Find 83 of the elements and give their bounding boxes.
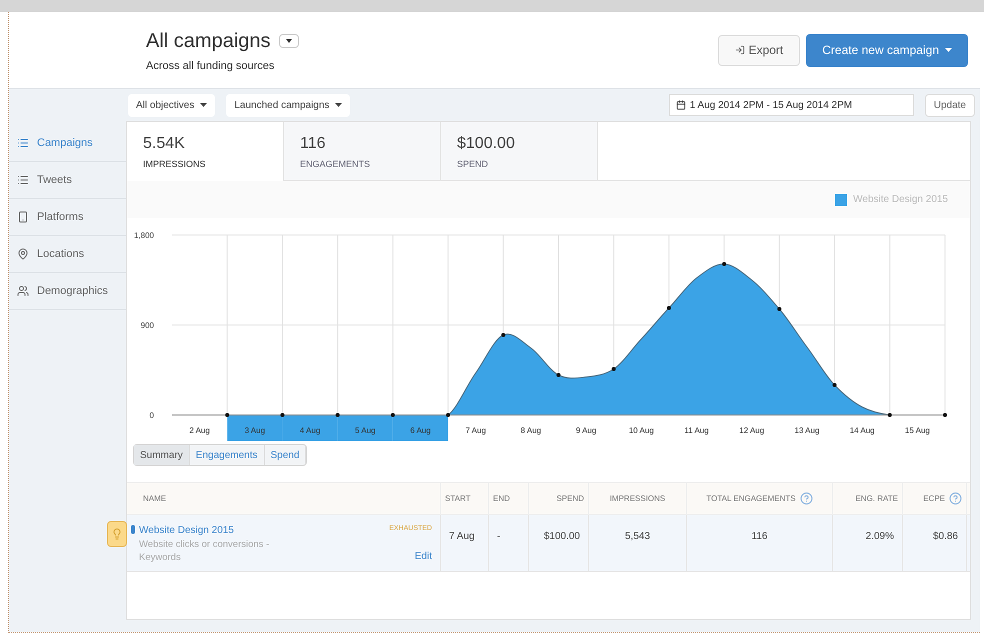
x-tick-label: 12 Aug <box>739 426 764 435</box>
x-tick-label: 3 Aug <box>244 426 266 435</box>
date-range-field[interactable]: 1 Aug 2014 2PM - 15 Aug 2014 2PM <box>668 94 914 116</box>
table-cell: $0.86 <box>932 531 958 542</box>
date-slot[interactable] <box>392 415 448 441</box>
x-tick-label: 7 Aug <box>465 426 486 435</box>
y-tick-label: 0 <box>150 411 154 420</box>
data-point <box>501 333 506 337</box>
x-tick-label: 9 Aug <box>576 426 596 435</box>
date-slot[interactable] <box>338 415 393 441</box>
x-tick-label: 13 Aug <box>794 426 820 435</box>
y-tick-label: 1,800 <box>134 231 154 240</box>
column-header: SPEND <box>529 483 589 514</box>
table-cell: 2.09% <box>866 531 894 542</box>
campaign-objective: Website clicks or conversions - Keywords <box>139 538 270 564</box>
caret-icon <box>335 103 342 107</box>
page-title: All campaigns <box>146 28 271 54</box>
objective-dropdown[interactable]: All objectives <box>128 94 216 116</box>
x-tick-label: 15 Aug <box>904 426 930 435</box>
x-tick-label: 14 Aug <box>850 426 875 435</box>
x-tick-label: 2 Aug <box>189 426 210 435</box>
tip-badge[interactable] <box>107 521 127 547</box>
table-cell: 116 <box>752 531 768 542</box>
column-header: START <box>441 483 489 514</box>
x-tick-label: 6 Aug <box>410 426 431 435</box>
title-dropdown[interactable] <box>278 34 299 48</box>
phone-icon <box>17 211 29 223</box>
data-point <box>225 413 230 417</box>
column-header: ECPE <box>903 483 967 514</box>
data-point <box>888 413 892 417</box>
x-tick-label: 5 Aug <box>355 426 376 435</box>
data-point <box>336 413 340 417</box>
legend-label: Website Design 2015 <box>853 193 948 207</box>
x-tick-label: 4 Aug <box>300 426 320 435</box>
metric-tab[interactable]: 116 ENGAGEMENTS <box>284 122 441 181</box>
export-button[interactable]: Export <box>718 34 800 66</box>
lightbulb-icon <box>111 528 123 540</box>
table-cell: 7 Aug <box>449 531 475 542</box>
caret-icon <box>286 38 292 43</box>
data-point <box>390 413 395 417</box>
help-icon[interactable] <box>800 492 813 505</box>
update-button[interactable]: Update <box>924 94 975 116</box>
campaign-name-link[interactable]: Website Design 2015 <box>139 523 234 538</box>
table-cell: $100.00 <box>544 531 580 542</box>
data-point <box>777 307 782 311</box>
caret-icon <box>945 48 952 52</box>
page-subtitle: Across all funding sources <box>146 58 276 74</box>
create-campaign-button[interactable]: Create new campaign <box>806 34 968 66</box>
column-header: ENG. RATE <box>833 483 903 514</box>
column-header: END <box>489 483 529 514</box>
arrow-into-box-icon <box>734 45 745 55</box>
people-icon <box>17 285 29 297</box>
column-header: IMPRESSIONS <box>589 483 687 514</box>
data-point <box>832 383 837 387</box>
data-point <box>722 262 726 266</box>
status-dropdown[interactable]: Launched campaigns <box>226 94 350 116</box>
data-point <box>666 306 671 310</box>
data-point <box>556 373 560 377</box>
chart-tab[interactable]: Summary <box>134 445 190 465</box>
x-tick-label: 8 Aug <box>520 426 542 435</box>
chart-tab[interactable]: Spend <box>264 445 306 465</box>
date-slot[interactable] <box>227 415 282 441</box>
date-slot[interactable] <box>282 415 338 441</box>
x-tick-label: 11 Aug <box>684 426 709 435</box>
chart-tab[interactable]: Engagements <box>190 445 265 465</box>
pin-icon <box>17 248 29 260</box>
help-icon[interactable] <box>949 492 962 505</box>
table-cell: - <box>497 531 500 542</box>
column-header: NAME <box>127 483 441 514</box>
data-point <box>280 413 284 417</box>
metric-tab[interactable]: $100.00 SPEND <box>441 122 598 181</box>
edit-link[interactable]: Edit <box>414 549 432 564</box>
column-header: TOTAL ENGAGEMENTS <box>687 483 833 514</box>
x-tick-label: 10 Aug <box>628 426 654 435</box>
calendar-icon <box>676 100 686 110</box>
legend-swatch <box>835 194 848 206</box>
status-marker <box>131 525 135 534</box>
data-point <box>612 367 616 371</box>
y-tick-label: 900 <box>140 321 154 330</box>
data-point <box>943 413 947 417</box>
table-cell: 5,543 <box>624 531 650 542</box>
caret-icon <box>200 103 208 107</box>
data-point <box>446 413 450 417</box>
